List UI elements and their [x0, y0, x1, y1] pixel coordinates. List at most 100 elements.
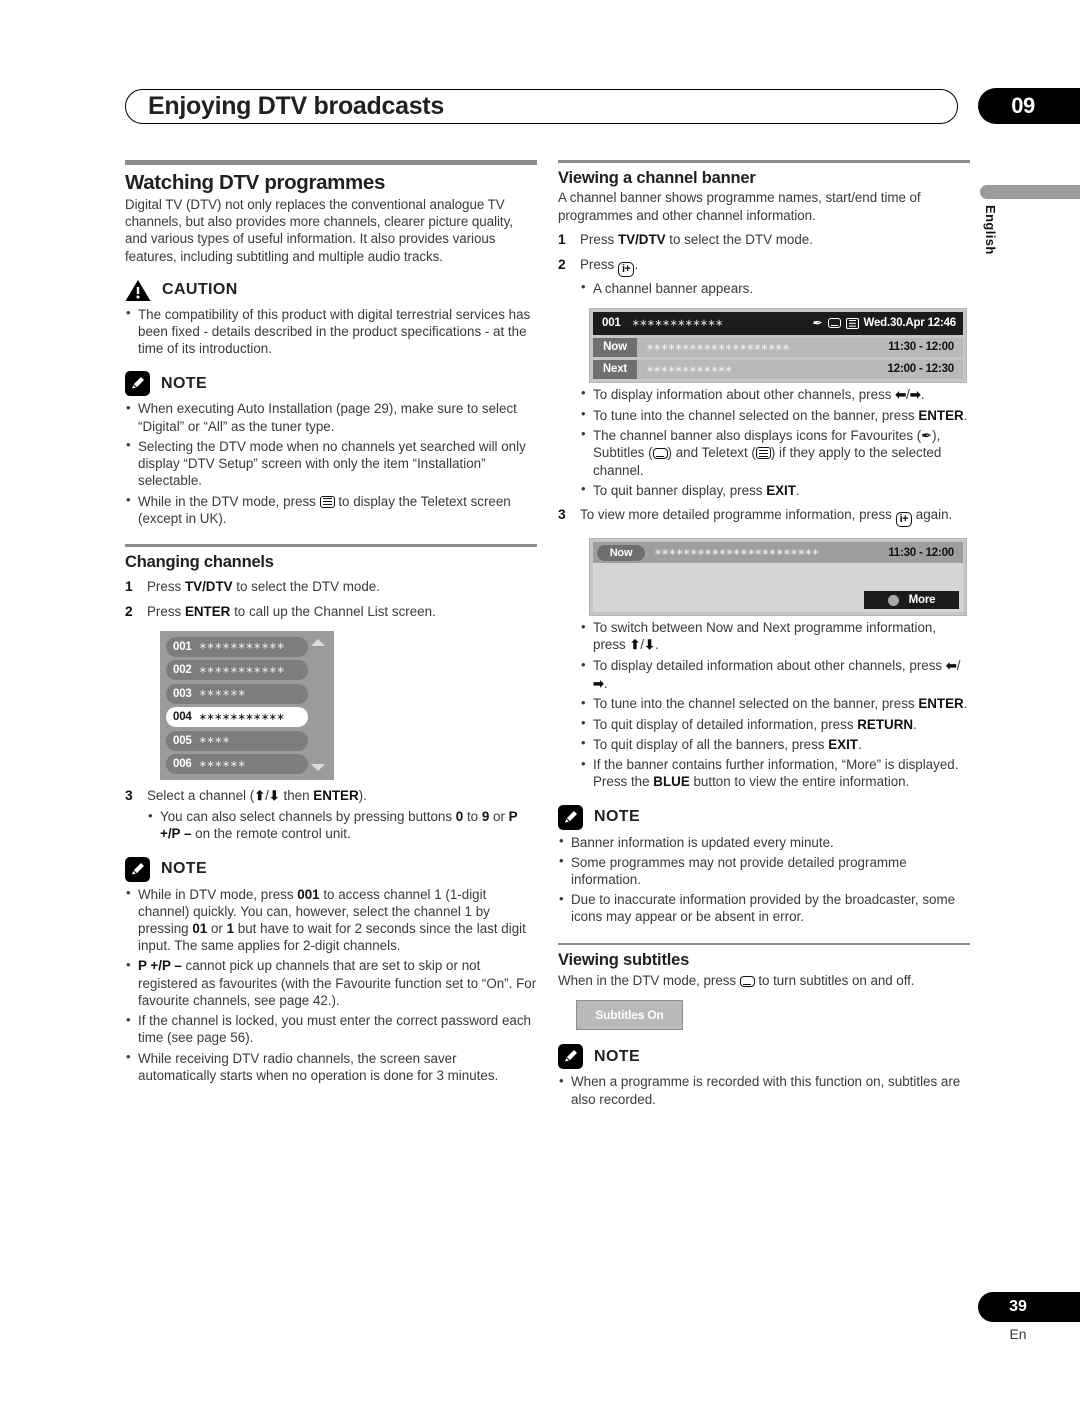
teletext-icon: [319, 495, 335, 508]
note-list-3: Banner information is updated every minu…: [558, 833, 970, 926]
list-item: While in DTV mode, press 001 to access c…: [125, 885, 537, 955]
channel-number: 003: [173, 687, 192, 700]
step-text: Press TV/DTV to select the DTV mode.: [147, 579, 380, 595]
subtitles-icon: [827, 318, 841, 329]
left-arrow-icon: ⬅: [945, 658, 957, 674]
step-1: 1 Press TV/DTV to select the DTV mode.: [558, 231, 970, 249]
banner-channel-name: ∗∗∗∗∗∗∗∗∗∗∗∗: [631, 317, 724, 329]
note-header-4: NOTE: [558, 1044, 970, 1070]
scroll-up-arrow-icon[interactable]: [311, 638, 325, 646]
detail-programme-time: 11:30 - 12:00: [888, 546, 954, 559]
page-number: 39: [1009, 1298, 1027, 1315]
channel-name: ∗∗∗∗∗∗: [198, 688, 246, 700]
subtitles-intro: When in the DTV mode, press to turn subt…: [558, 973, 915, 989]
left-arrow-icon: ⬅: [895, 386, 907, 402]
note-label: NOTE: [594, 1047, 641, 1065]
step-2-bullets: A channel banner appears.: [580, 279, 970, 297]
manual-page: Enjoying DTV broadcasts 09 English Watch…: [0, 0, 1080, 1407]
subsection-title-channel-banner: Viewing a channel banner: [558, 168, 756, 187]
channel-number: 006: [173, 758, 192, 771]
step-3-bullets: You can also select channels by pressing…: [147, 808, 537, 842]
list-item: To quit banner display, press EXIT.: [580, 481, 970, 499]
down-arrow-icon: ⬇: [644, 637, 656, 653]
list-item: While in the DTV mode, press to display …: [125, 492, 537, 527]
subsection-title-changing-channels: Changing channels: [125, 552, 274, 571]
teletext-icon: [845, 317, 859, 329]
caution-list: The compatibility of this product with d…: [125, 305, 537, 358]
list-item: To switch between Now and Next programme…: [580, 619, 970, 654]
list-item: Due to inaccurate information provided b…: [558, 891, 970, 925]
subsection-rule: [558, 942, 970, 946]
next-programme-name: ∗∗∗∗∗∗∗∗∗∗∗∗: [646, 363, 733, 375]
step-text: Press ENTER to call up the Channel List …: [147, 604, 436, 620]
banner-header: 001 ∗∗∗∗∗∗∗∗∗∗∗∗ ✒ Wed.30.Apr 12:46: [593, 311, 963, 335]
step-text: Press TV/DTV to select the DTV mode.: [580, 231, 813, 247]
list-item: The compatibility of this product with d…: [125, 305, 537, 358]
caution-label: CAUTION: [162, 281, 238, 299]
right-arrow-icon: ➡: [909, 386, 921, 402]
left-column: Watching DTV programmes Digital TV (DTV)…: [125, 160, 537, 1084]
channel-list-screen: 001 ∗∗∗∗∗∗∗∗∗∗∗ 002 ∗∗∗∗∗∗∗∗∗∗∗ 003 ∗∗∗∗…: [160, 630, 334, 781]
page-number-tab: 39: [978, 1292, 1080, 1322]
subsection-rule: [125, 544, 537, 547]
channel-row[interactable]: 006 ∗∗∗∗∗∗: [166, 754, 308, 775]
channel-name: ∗∗∗∗∗∗: [198, 758, 246, 770]
detailed-banner-header: Now ∗∗∗∗∗∗∗∗∗∗∗∗∗∗∗∗∗∗∗∗∗∗∗ 11:30 - 12:0…: [593, 542, 963, 564]
step-number: 3: [125, 788, 133, 804]
more-button-label: More: [908, 594, 936, 607]
step-number: 1: [558, 231, 566, 247]
chapter-number-tab: 09: [978, 88, 1080, 124]
banner-channel-number: 001: [602, 317, 621, 330]
channel-row[interactable]: 001 ∗∗∗∗∗∗∗∗∗∗∗: [166, 636, 308, 657]
step-3: 3 To view more detailed programme inform…: [558, 506, 970, 528]
more-button[interactable]: More: [864, 591, 959, 610]
pencil-note-icon: [125, 856, 150, 882]
down-arrow-icon: ⬇: [268, 788, 280, 804]
list-item: If the channel is locked, you must enter…: [125, 1012, 537, 1046]
banner-row-next: Next ∗∗∗∗∗∗∗∗∗∗∗∗ 12:00 - 12:30: [593, 359, 963, 379]
list-item: To display detailed information about ot…: [580, 657, 970, 692]
info-plus-icon: i+: [617, 261, 635, 277]
section-title-watching: Watching DTV programmes: [125, 171, 386, 194]
detailed-banner-screen: Now ∗∗∗∗∗∗∗∗∗∗∗∗∗∗∗∗∗∗∗∗∗∗∗ 11:30 - 12:0…: [589, 538, 967, 617]
channel-name: ∗∗∗∗∗∗∗∗∗∗∗: [198, 664, 285, 676]
list-item: You can also select channels by pressing…: [147, 808, 537, 842]
note-label: NOTE: [161, 860, 208, 878]
channel-row-selected[interactable]: 004 ∗∗∗∗∗∗∗∗∗∗∗: [166, 707, 308, 728]
language-tab-bar: [980, 185, 1080, 199]
step-text: To view more detailed programme informat…: [580, 507, 953, 528]
step-1: 1 Press TV/DTV to select the DTV mode.: [125, 578, 537, 596]
list-item: Banner information is updated every minu…: [558, 833, 970, 851]
subtitles-on-label: Subtitles On: [595, 1008, 664, 1023]
channel-row[interactable]: 002 ∗∗∗∗∗∗∗∗∗∗∗: [166, 660, 308, 681]
step-2: 2 Press ENTER to call up the Channel Lis…: [125, 603, 537, 621]
note-header-1: NOTE: [125, 371, 537, 397]
list-item: P +/P – cannot pick up channels that are…: [125, 957, 537, 1009]
page-title-pill: Enjoying DTV broadcasts: [125, 89, 958, 124]
pencil-note-icon: [558, 1044, 583, 1070]
channel-row[interactable]: 003 ∗∗∗∗∗∗: [166, 683, 308, 704]
right-arrow-icon: ➡: [593, 675, 604, 691]
scroll-down-arrow-icon[interactable]: [311, 764, 325, 772]
list-item: Some programmes may not provide detailed…: [558, 853, 970, 888]
list-item: To quit display of all the banners, pres…: [580, 735, 970, 753]
now-tag: Now: [597, 544, 645, 561]
detailed-banner-body: More: [593, 563, 963, 613]
favourite-icon: ✒: [921, 427, 933, 443]
favourite-icon: ✒: [812, 316, 823, 331]
note-header-3: NOTE: [558, 804, 970, 830]
channel-name: ∗∗∗∗∗∗∗∗∗∗∗: [198, 641, 285, 653]
channel-number: 005: [173, 734, 192, 747]
banner-status-icons: ✒ Wed.30.Apr 12:46: [812, 317, 956, 329]
blue-button-dot-icon: [887, 594, 899, 606]
now-programme-name: ∗∗∗∗∗∗∗∗∗∗∗∗∗∗∗∗∗∗∗∗: [646, 341, 790, 353]
channel-number: 004: [173, 711, 192, 724]
note-list-1: When executing Auto Installation (page 2…: [125, 400, 537, 527]
step-number: 2: [558, 256, 566, 272]
banner-row-now: Now ∗∗∗∗∗∗∗∗∗∗∗∗∗∗∗∗∗∗∗∗ 11:30 - 12:00: [593, 337, 963, 357]
channel-row[interactable]: 005 ∗∗∗∗: [166, 730, 308, 751]
banner-bullets: To display information about other chann…: [580, 385, 970, 499]
subtitles-icon: [739, 976, 755, 988]
pencil-note-icon: [558, 804, 583, 830]
list-item: To quit display of detailed information,…: [580, 715, 970, 733]
